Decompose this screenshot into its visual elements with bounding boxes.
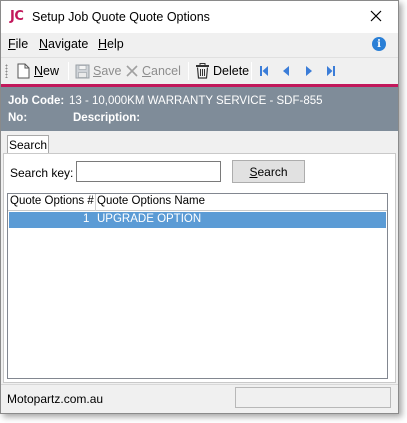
new-button[interactable]: New xyxy=(16,61,59,81)
setup-job-quote-options-window: JC Setup Job Quote Quote Options File Na… xyxy=(0,0,399,414)
cancel-button[interactable]: Cancel xyxy=(125,61,181,81)
menu-help[interactable]: Help xyxy=(98,37,124,51)
cell-quote-option-name: UPGRADE OPTION xyxy=(97,213,202,225)
status-text: Motopartz.com.au xyxy=(7,392,104,406)
job-code-value: 13 - 10,000KM WARRANTY SERVICE - SDF-855 xyxy=(69,95,323,107)
last-record-icon xyxy=(327,66,335,76)
status-panel xyxy=(235,387,391,408)
next-record-button[interactable] xyxy=(301,64,317,78)
close-button[interactable] xyxy=(363,4,389,28)
toolbar-grip[interactable] xyxy=(5,64,8,78)
next-record-icon xyxy=(306,66,312,76)
menu-bar: File Navigate Help i xyxy=(1,33,398,55)
first-record-button[interactable] xyxy=(256,64,272,78)
save-icon xyxy=(75,64,90,78)
column-header-name[interactable]: Quote Options Name xyxy=(97,195,205,211)
job-code-label: Job Code: xyxy=(8,95,65,107)
previous-record-icon xyxy=(283,66,289,76)
no-label: No: xyxy=(8,112,28,124)
toolbar: New Save Cancel Delete xyxy=(1,57,398,83)
description-label: Description: xyxy=(73,112,141,124)
toolbar-separator xyxy=(188,62,189,80)
previous-record-button[interactable] xyxy=(278,64,294,78)
app-logo: JC xyxy=(10,9,24,24)
delete-icon xyxy=(196,63,209,79)
search-key-label: Search key: xyxy=(10,166,74,180)
search-key-input[interactable] xyxy=(76,161,221,182)
search-button[interactable]: Search xyxy=(232,160,305,183)
quote-options-grid[interactable]: Quote Options # Quote Options Name 1 UPG… xyxy=(7,193,388,379)
first-record-icon xyxy=(260,66,268,76)
search-tab-panel: Search key: Search Quote Options # Quote… xyxy=(3,153,396,383)
save-button[interactable]: Save xyxy=(75,61,122,81)
column-header-number[interactable]: Quote Options # xyxy=(10,195,94,211)
job-header: Job Code: 13 - 10,000KM WARRANTY SERVICE… xyxy=(1,87,398,131)
toolbar-separator xyxy=(68,62,69,80)
toolbar-separator xyxy=(251,62,252,80)
tab-strip: Search xyxy=(1,131,398,154)
window-title: Setup Job Quote Quote Options xyxy=(32,10,210,24)
status-bar: Motopartz.com.au xyxy=(1,384,398,413)
menu-navigate[interactable]: Navigate xyxy=(39,37,88,51)
delete-button[interactable]: Delete xyxy=(195,61,249,81)
table-row[interactable]: 1 UPGRADE OPTION xyxy=(9,212,386,228)
grid-header: Quote Options # Quote Options Name xyxy=(8,194,387,211)
column-divider[interactable] xyxy=(95,194,96,211)
cancel-icon xyxy=(126,65,138,77)
menu-file[interactable]: File xyxy=(8,37,28,51)
tab-search[interactable]: Search xyxy=(7,135,49,154)
title-bar: JC Setup Job Quote Quote Options xyxy=(1,1,398,33)
last-record-button[interactable] xyxy=(323,64,339,78)
new-document-icon xyxy=(17,63,30,79)
close-icon xyxy=(370,10,382,22)
cell-quote-option-number: 1 xyxy=(83,213,90,225)
info-icon[interactable]: i xyxy=(372,37,386,51)
